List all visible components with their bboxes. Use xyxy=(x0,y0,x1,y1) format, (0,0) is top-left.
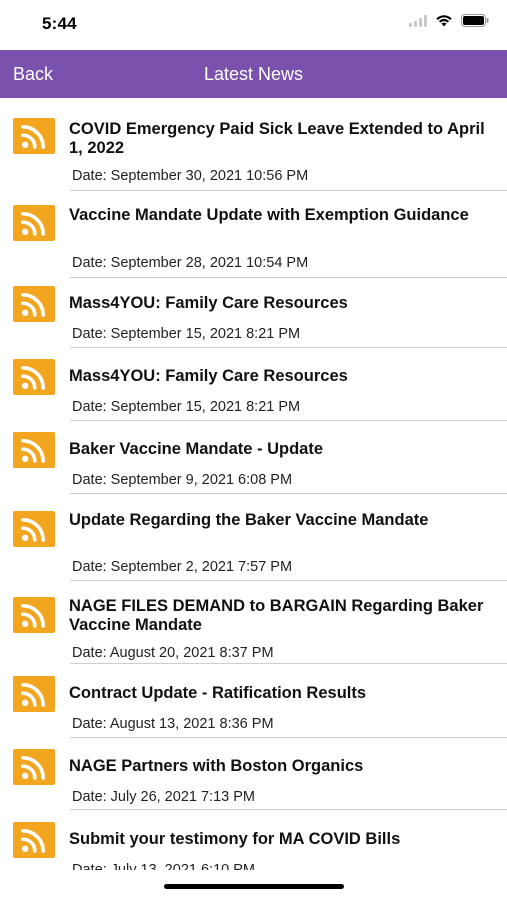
news-title[interactable]: Mass4YOU: Family Care Resources xyxy=(69,367,499,386)
rss-icon xyxy=(13,597,55,633)
status-time: 5:44 xyxy=(42,14,77,33)
rss-icon xyxy=(13,432,55,468)
news-list[interactable]: COVID Emergency Paid Sick Leave Extended… xyxy=(0,98,507,870)
news-title[interactable]: Vaccine Mandate Update with Exemption Gu… xyxy=(69,206,499,225)
news-title[interactable]: NAGE Partners with Boston Organics xyxy=(69,757,499,776)
status-bar: 5:44 xyxy=(0,0,507,50)
rss-icon xyxy=(13,749,55,785)
news-title[interactable]: Submit your testimony for MA COVID Bills xyxy=(69,830,499,849)
rss-icon xyxy=(13,286,55,322)
rss-icon xyxy=(13,676,55,712)
wifi-icon xyxy=(435,14,453,32)
rss-icon xyxy=(13,205,55,241)
home-indicator[interactable] xyxy=(164,884,344,889)
news-date: Date: September 15, 2021 8:21 PM xyxy=(72,399,301,415)
news-title[interactable]: Mass4YOU: Family Care Resources xyxy=(69,294,499,313)
news-date: Date: September 15, 2021 8:21 PM xyxy=(72,326,301,342)
news-title[interactable]: COVID Emergency Paid Sick Leave Extended… xyxy=(69,120,499,158)
news-date: Date: August 13, 2021 8:36 PM xyxy=(72,716,274,732)
divider xyxy=(70,277,507,278)
rss-icon xyxy=(13,359,55,395)
divider xyxy=(70,420,507,421)
nav-bar: Back Latest News xyxy=(0,50,507,98)
news-date: Date: September 28, 2021 10:54 PM xyxy=(72,255,309,271)
rss-icon xyxy=(13,511,55,547)
news-date: Date: July 26, 2021 7:13 PM xyxy=(72,789,255,805)
news-date: Date: September 9, 2021 6:08 PM xyxy=(72,472,293,488)
news-title[interactable]: Update Regarding the Baker Vaccine Manda… xyxy=(69,511,499,530)
battery-icon xyxy=(461,14,489,32)
news-date: Date: September 2, 2021 7:57 PM xyxy=(72,559,293,575)
news-title[interactable]: NAGE FILES DEMAND to BARGAIN Regarding B… xyxy=(69,597,499,635)
status-icons xyxy=(409,14,489,32)
divider xyxy=(70,580,507,581)
divider xyxy=(70,493,507,494)
divider xyxy=(70,663,507,664)
rss-icon xyxy=(13,822,55,858)
divider xyxy=(70,737,507,738)
signal-icon xyxy=(409,14,427,32)
news-title[interactable]: Baker Vaccine Mandate - Update xyxy=(69,440,499,459)
divider xyxy=(70,809,507,810)
divider xyxy=(70,347,507,348)
divider xyxy=(70,190,507,191)
page-title: Latest News xyxy=(203,64,304,84)
news-title[interactable]: Contract Update - Ratification Results xyxy=(69,684,499,703)
news-date: Date: July 13, 2021 6:10 PM xyxy=(72,862,255,870)
rss-icon xyxy=(13,118,55,154)
news-date: Date: August 20, 2021 8:37 PM xyxy=(72,645,274,661)
news-date: Date: September 30, 2021 10:56 PM xyxy=(72,168,309,184)
